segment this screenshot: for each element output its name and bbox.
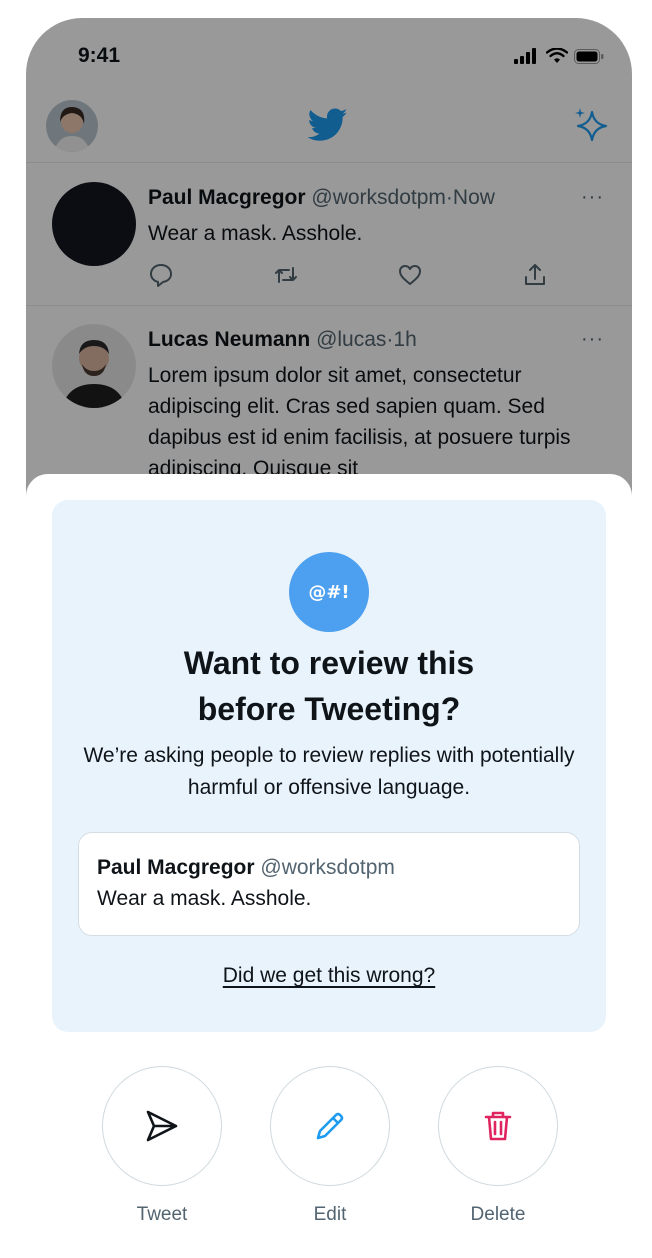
title-line: Want to review this [183, 645, 475, 681]
tweet-text: Wear a mask. Asshole. [148, 222, 363, 245]
tweet-actions [148, 262, 548, 288]
header-divider [26, 162, 632, 163]
action-buttons: Tweet Edit Delete [102, 1066, 558, 1236]
wifi-icon [546, 48, 568, 63]
quoted-reply: Paul Macgregor @worksdotpm Wear a mask. … [78, 832, 580, 936]
author-handle: @lucas [316, 328, 387, 351]
share-icon[interactable] [522, 262, 548, 288]
review-subtitle: We’re asking people to review replies wi… [83, 744, 575, 799]
quote-author-handle: @worksdotpm [260, 856, 395, 879]
more-icon[interactable]: ··· [581, 186, 604, 209]
like-icon[interactable] [397, 262, 423, 288]
author-handle: @worksdotpm [311, 186, 446, 209]
tweet-divider [26, 305, 632, 306]
send-icon [146, 1110, 178, 1142]
edit-button-label: Edit [313, 1204, 347, 1225]
battery-icon [574, 48, 604, 64]
tweet-text: Lorem ipsum dolor sit amet, consectetur … [148, 364, 571, 480]
more-icon[interactable]: ··· [581, 328, 604, 351]
title-line: before Tweeting? [197, 691, 461, 727]
reply-icon[interactable] [148, 262, 174, 288]
tweet-time: 1h [393, 328, 417, 351]
delete-button-label: Delete [470, 1204, 526, 1225]
author-name: Paul Macgregor [148, 186, 306, 209]
tweet-header: Paul Macgregor @worksdotpm·Now [148, 186, 495, 210]
edit-button-circle[interactable] [270, 1066, 390, 1186]
timeline-background: 9:41 Paul Macgregor @worksdotpm·Now ··· … [26, 18, 632, 498]
tweet-button-label: Tweet [136, 1204, 188, 1225]
sparkle-icon[interactable] [572, 106, 610, 149]
tweet-button-circle[interactable] [102, 1066, 222, 1186]
quote-text: Wear a mask. Asshole. [97, 887, 312, 910]
pencil-icon [316, 1112, 344, 1140]
retweet-icon[interactable] [273, 262, 299, 288]
cellular-signal-icon [514, 48, 536, 64]
trash-icon [484, 1111, 512, 1141]
tweet-time: Now [452, 186, 495, 209]
review-title: Want to review this before Tweeting? [52, 640, 606, 732]
delete-button[interactable]: Delete [438, 1066, 558, 1226]
twitter-bird-icon[interactable] [307, 108, 348, 147]
quote-header: Paul Macgregor @worksdotpm [97, 853, 561, 883]
author-name: Lucas Neumann [148, 328, 311, 351]
review-card: @#! Want to review this before Tweeting?… [52, 500, 606, 1032]
avatar[interactable] [52, 324, 136, 408]
avatar[interactable] [52, 182, 136, 266]
offensive-language-badge: @#! [289, 552, 369, 632]
status-time: 9:41 [78, 44, 121, 67]
tweet-header: Lucas Neumann @lucas·1h [148, 328, 417, 352]
separator: · [445, 186, 453, 209]
tweet-button[interactable]: Tweet [102, 1066, 222, 1226]
status-icons [514, 48, 604, 64]
edit-button[interactable]: Edit [270, 1066, 390, 1226]
profile-avatar[interactable] [46, 100, 98, 152]
quote-author-name: Paul Macgregor [97, 856, 255, 879]
delete-button-circle[interactable] [438, 1066, 558, 1186]
review-sheet: @#! Want to review this before Tweeting?… [26, 474, 632, 1258]
feedback-link[interactable]: Did we get this wrong? [52, 964, 606, 988]
